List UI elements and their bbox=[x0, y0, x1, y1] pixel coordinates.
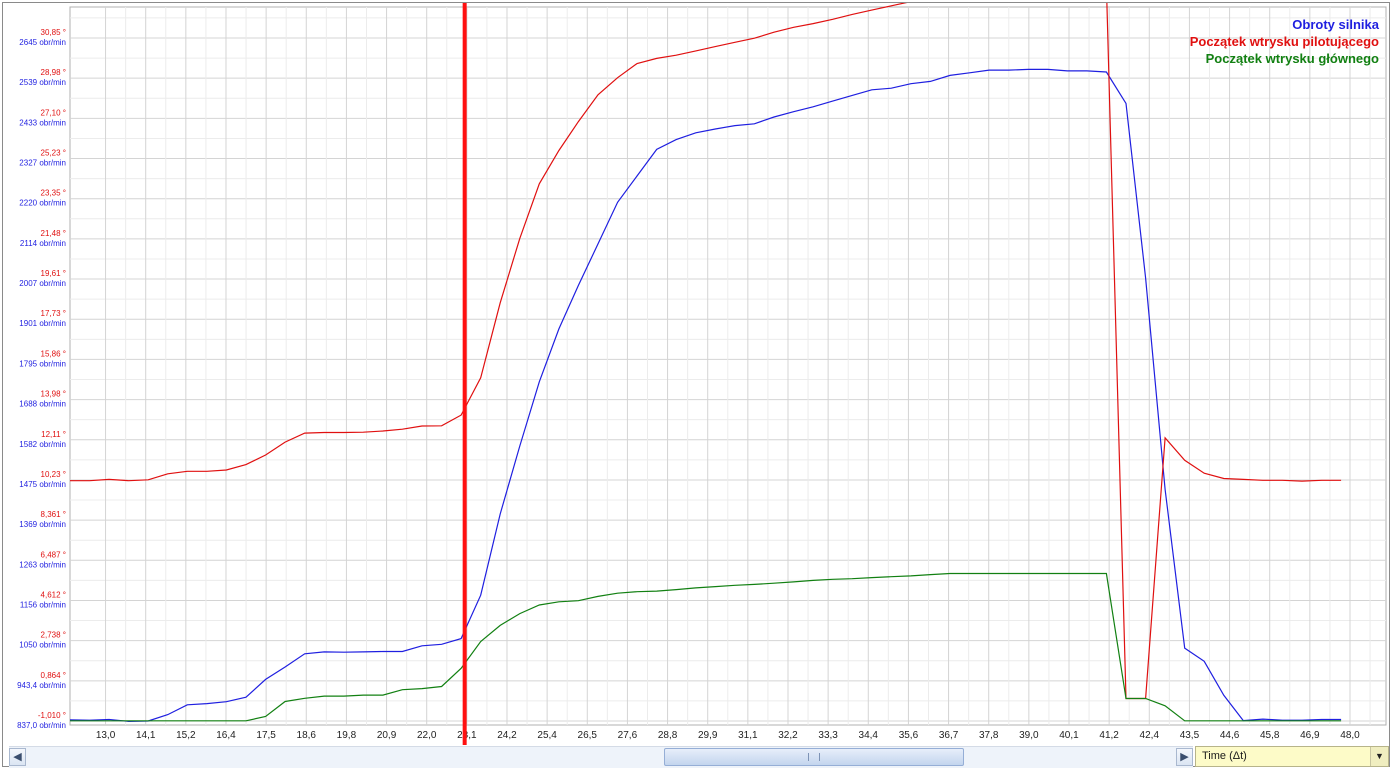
x-tick-label: 33,3 bbox=[818, 730, 838, 741]
x-tick-label: 25,4 bbox=[537, 730, 557, 741]
x-tick-label: 41,2 bbox=[1099, 730, 1119, 741]
y-tick-label-angle: 0,864 ° bbox=[41, 671, 66, 680]
horizontal-scrollbar[interactable]: ◀ ▶ bbox=[9, 746, 1193, 768]
x-tick-label: 46,9 bbox=[1300, 730, 1320, 741]
scroll-right-arrow-icon[interactable]: ▶ bbox=[1176, 748, 1193, 766]
x-tick-label: 18,6 bbox=[297, 730, 317, 741]
y-tick-label-angle: 19,61 ° bbox=[41, 269, 66, 278]
y-tick-label-angle: 17,73 ° bbox=[41, 309, 66, 318]
y-tick-label-rpm: 2220 obr/min bbox=[19, 199, 66, 208]
y-tick-label-rpm: 2327 obr/min bbox=[19, 159, 66, 168]
x-tick-label: 43,5 bbox=[1180, 730, 1200, 741]
x-tick-label: 20,9 bbox=[377, 730, 397, 741]
time-axis-label: Time (Δt) bbox=[1202, 750, 1247, 762]
chevron-down-icon[interactable]: ▼ bbox=[1370, 747, 1388, 766]
y-axis-labels: -1,010 °837,0 obr/min 0,864 °943,4 obr/mi… bbox=[17, 28, 66, 730]
y-tick-label-rpm: 2114 obr/min bbox=[20, 239, 66, 248]
x-tick-label: 34,4 bbox=[859, 730, 879, 741]
y-tick-label-angle: 25,23 ° bbox=[41, 149, 66, 158]
legend-entry: Początek wtrysku pilotującego bbox=[1190, 34, 1379, 49]
y-tick-label-rpm: 2645 obr/min bbox=[19, 38, 66, 47]
legend-entry: Obroty silnika bbox=[1292, 17, 1379, 32]
y-tick-label-rpm: 943,4 obr/min bbox=[17, 681, 66, 690]
x-tick-label: 17,5 bbox=[256, 730, 276, 741]
y-tick-label-angle: 30,85 ° bbox=[41, 28, 66, 37]
y-tick-label-rpm: 1263 obr/min bbox=[19, 560, 66, 569]
x-tick-label: 40,1 bbox=[1059, 730, 1079, 741]
x-tick-label: 23,1 bbox=[457, 730, 477, 741]
scroll-left-arrow-icon[interactable]: ◀ bbox=[9, 748, 26, 766]
x-tick-label: 13,0 bbox=[96, 730, 116, 741]
y-tick-label-rpm: 1901 obr/min bbox=[19, 319, 66, 328]
x-tick-label: 44,6 bbox=[1220, 730, 1240, 741]
x-tick-label: 42,4 bbox=[1140, 730, 1160, 741]
x-tick-label: 36,7 bbox=[939, 730, 959, 741]
y-tick-label-rpm: 2433 obr/min bbox=[19, 118, 66, 127]
x-tick-label: 14,1 bbox=[136, 730, 156, 741]
legend-entry: Początek wtrysku głównego bbox=[1206, 51, 1379, 66]
x-tick-label: 27,6 bbox=[618, 730, 638, 741]
x-tick-label: 16,4 bbox=[216, 730, 236, 741]
y-tick-label-angle: 4,612 ° bbox=[41, 590, 66, 599]
y-tick-label-angle: 10,23 ° bbox=[41, 470, 66, 479]
x-tick-label: 29,9 bbox=[698, 730, 718, 741]
time-axis-select[interactable]: Time (Δt) ▼ bbox=[1195, 746, 1389, 767]
x-tick-label: 24,2 bbox=[497, 730, 517, 741]
x-tick-label: 22,0 bbox=[417, 730, 437, 741]
x-tick-label: 31,1 bbox=[738, 730, 758, 741]
y-tick-label-rpm: 1050 obr/min bbox=[19, 641, 66, 650]
y-tick-label-rpm: 1369 obr/min bbox=[19, 520, 66, 529]
y-tick-label-angle: 23,35 ° bbox=[41, 189, 66, 198]
line-chart: -1,010 °837,0 obr/min 0,864 °943,4 obr/mi… bbox=[17, 3, 1387, 745]
x-tick-label: 15,2 bbox=[176, 730, 196, 741]
scroll-thumb[interactable] bbox=[664, 748, 964, 766]
x-tick-label: 48,0 bbox=[1340, 730, 1360, 741]
y-tick-label-rpm: 1156 obr/min bbox=[20, 600, 66, 609]
y-tick-label-rpm: 837,0 obr/min bbox=[17, 721, 66, 730]
x-tick-label: 26,5 bbox=[578, 730, 598, 741]
y-tick-label-angle: 12,11 ° bbox=[41, 430, 66, 439]
y-tick-label-angle: 6,487 ° bbox=[41, 550, 66, 559]
x-tick-label: 28,8 bbox=[658, 730, 678, 741]
y-tick-label-angle: 8,361 ° bbox=[41, 510, 66, 519]
x-tick-label: 35,6 bbox=[899, 730, 919, 741]
y-tick-label-angle: -1,010 ° bbox=[38, 711, 66, 720]
x-axis-labels: 13,0 14,1 15,2 16,4 17,5 18,6 19,8 20,9 22,0 23,1… bbox=[96, 730, 1360, 741]
x-tick-label: 39,0 bbox=[1019, 730, 1039, 741]
x-tick-label: 37,8 bbox=[979, 730, 999, 741]
grip-icon bbox=[808, 753, 820, 761]
y-tick-label-rpm: 1795 obr/min bbox=[19, 359, 66, 368]
y-tick-label-angle: 2,738 ° bbox=[41, 631, 66, 640]
y-tick-label-rpm: 1582 obr/min bbox=[19, 440, 66, 449]
y-tick-label-rpm: 2007 obr/min bbox=[19, 279, 66, 288]
y-tick-label-angle: 21,48 ° bbox=[41, 229, 66, 238]
y-tick-label-rpm: 2539 obr/min bbox=[19, 78, 66, 87]
y-tick-label-angle: 27,10 ° bbox=[41, 108, 66, 117]
x-tick-label: 19,8 bbox=[337, 730, 357, 741]
y-tick-label-angle: 28,98 ° bbox=[41, 68, 66, 77]
x-tick-label: 45,8 bbox=[1260, 730, 1280, 741]
y-tick-label-rpm: 1475 obr/min bbox=[19, 480, 66, 489]
x-tick-label: 32,2 bbox=[778, 730, 798, 741]
chart-window: -1,010 ° 837,0 obr/min 0,864 ° 943,4 obr/mi… bbox=[2, 2, 1390, 768]
y-tick-label-angle: 15,86 ° bbox=[41, 349, 66, 358]
y-tick-label-rpm: 1688 obr/min bbox=[19, 400, 66, 409]
y-tick-label-angle: 13,98 ° bbox=[41, 390, 66, 399]
